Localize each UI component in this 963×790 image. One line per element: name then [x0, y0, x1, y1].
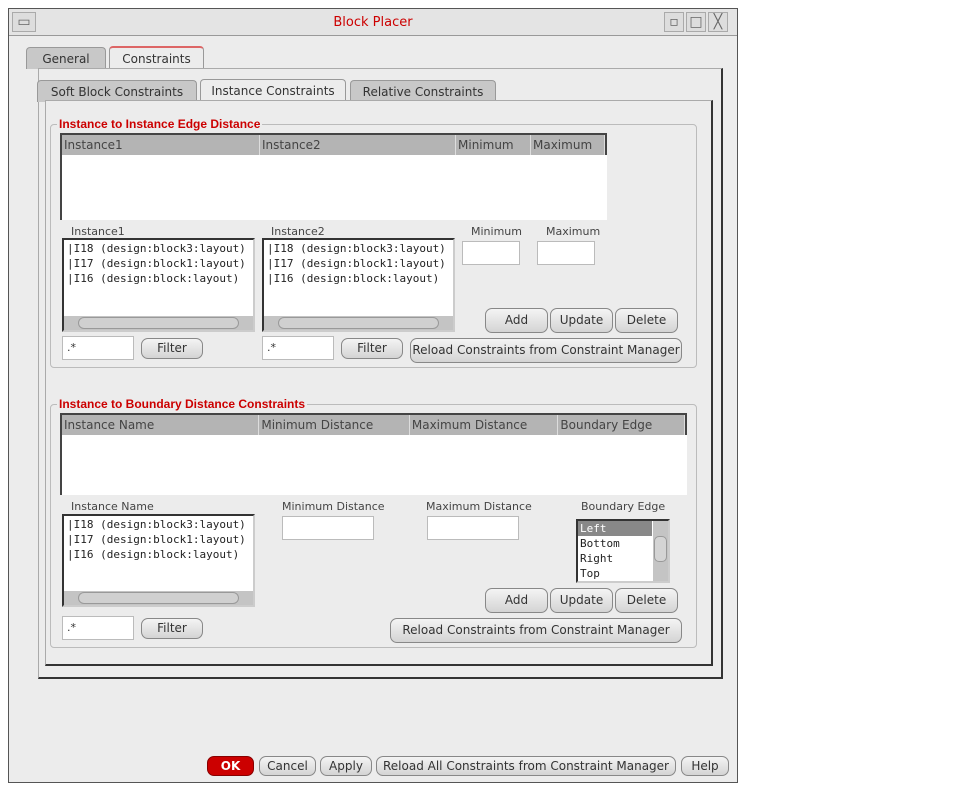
boundary-edge-label: Boundary Edge: [581, 500, 666, 513]
subtab-relative[interactable]: Relative Constraints: [350, 80, 496, 102]
instance1-label: Instance1: [71, 225, 125, 238]
instance2-list[interactable]: |I18 (design:block3:layout) |I17 (design…: [262, 238, 455, 332]
list-item[interactable]: |I16 (design:block:layout): [67, 547, 250, 562]
boundary-add-button[interactable]: Add: [485, 588, 548, 613]
horizontal-scrollbar[interactable]: [64, 591, 253, 605]
subtab-soft-block[interactable]: Soft Block Constraints: [37, 80, 197, 102]
col-minimum-distance[interactable]: Minimum Distance: [259, 415, 410, 435]
minimize-button[interactable]: ▫: [664, 12, 684, 32]
instance2-filter-input[interactable]: .*: [262, 336, 334, 360]
cancel-button[interactable]: Cancel: [259, 756, 316, 776]
minimum-label: Minimum: [471, 225, 522, 238]
col-instance-name[interactable]: Instance Name: [62, 415, 260, 435]
horizontal-scrollbar[interactable]: [64, 316, 253, 330]
boundary-update-button[interactable]: Update: [550, 588, 613, 613]
instance-name-filter-input[interactable]: .*: [62, 616, 134, 640]
tab-general[interactable]: General: [26, 47, 106, 69]
instance-name-filter-button[interactable]: Filter: [141, 618, 203, 639]
reload-all-button[interactable]: Reload All Constraints from Constraint M…: [376, 756, 676, 776]
edge-distance-title: Instance to Instance Edge Distance: [57, 117, 263, 131]
list-item[interactable]: |I16 (design:block:layout): [67, 271, 250, 286]
window-title: Block Placer: [9, 9, 737, 36]
boundary-delete-button[interactable]: Delete: [615, 588, 678, 613]
list-item[interactable]: |I16 (design:block:layout): [267, 271, 450, 286]
boundary-reload-button[interactable]: Reload Constraints from Constraint Manag…: [390, 618, 682, 643]
instance1-filter-input[interactable]: .*: [62, 336, 134, 360]
edge-delete-button[interactable]: Delete: [615, 308, 678, 333]
list-item[interactable]: |I18 (design:block3:layout): [67, 241, 250, 256]
col-instance2[interactable]: Instance2: [260, 135, 456, 155]
edge-add-button[interactable]: Add: [485, 308, 548, 333]
col-instance1[interactable]: Instance1: [62, 135, 260, 155]
list-item[interactable]: |I18 (design:block3:layout): [67, 517, 250, 532]
minimum-input[interactable]: [462, 241, 520, 265]
edge-table-header: Instance1 Instance2 Minimum Maximum: [60, 133, 607, 155]
apply-button[interactable]: Apply: [320, 756, 372, 776]
close-button[interactable]: ╳: [708, 12, 728, 32]
instance-name-list[interactable]: |I18 (design:block3:layout) |I17 (design…: [62, 514, 255, 607]
tab-constraints[interactable]: Constraints: [109, 46, 204, 68]
instance-name-label: Instance Name: [71, 500, 154, 513]
subtab-instance[interactable]: Instance Constraints: [200, 79, 346, 101]
col-maximum-distance[interactable]: Maximum Distance: [410, 415, 559, 435]
col-maximum[interactable]: Maximum: [531, 135, 605, 155]
list-item[interactable]: |I18 (design:block3:layout): [267, 241, 450, 256]
list-item[interactable]: |I17 (design:block1:layout): [267, 256, 450, 271]
ok-button[interactable]: OK: [207, 756, 254, 776]
window-menu-button[interactable]: ▭: [12, 12, 36, 32]
list-item[interactable]: |I17 (design:block1:layout): [67, 532, 250, 547]
instance2-filter-button[interactable]: Filter: [341, 338, 403, 359]
boundary-table-body[interactable]: [60, 435, 687, 495]
maximum-distance-input[interactable]: [427, 516, 519, 540]
edge-table-body[interactable]: [60, 155, 607, 220]
instance1-filter-button[interactable]: Filter: [141, 338, 203, 359]
help-button[interactable]: Help: [681, 756, 729, 776]
col-boundary-edge[interactable]: Boundary Edge: [558, 415, 685, 435]
horizontal-scrollbar[interactable]: [264, 316, 453, 330]
instance1-list[interactable]: |I18 (design:block3:layout) |I17 (design…: [62, 238, 255, 332]
instance2-label: Instance2: [271, 225, 325, 238]
edge-update-button[interactable]: Update: [550, 308, 613, 333]
maximum-label: Maximum: [546, 225, 601, 238]
col-minimum[interactable]: Minimum: [456, 135, 531, 155]
edge-reload-button[interactable]: Reload Constraints from Constraint Manag…: [410, 338, 682, 363]
minimum-distance-input[interactable]: [282, 516, 374, 540]
boundary-distance-title: Instance to Boundary Distance Constraint…: [57, 397, 308, 411]
boundary-edge-list[interactable]: Left Bottom Right Top: [576, 519, 670, 583]
list-item-left[interactable]: Left: [578, 521, 652, 536]
vertical-scrollbar[interactable]: [653, 521, 668, 581]
boundary-table-header: Instance Name Minimum Distance Maximum D…: [60, 413, 687, 435]
maximum-input[interactable]: [537, 241, 595, 265]
minimum-distance-label: Minimum Distance: [282, 500, 385, 513]
list-item[interactable]: |I17 (design:block1:layout): [67, 256, 250, 271]
maximum-distance-label: Maximum Distance: [426, 500, 532, 513]
maximize-button[interactable]: □: [686, 12, 706, 32]
